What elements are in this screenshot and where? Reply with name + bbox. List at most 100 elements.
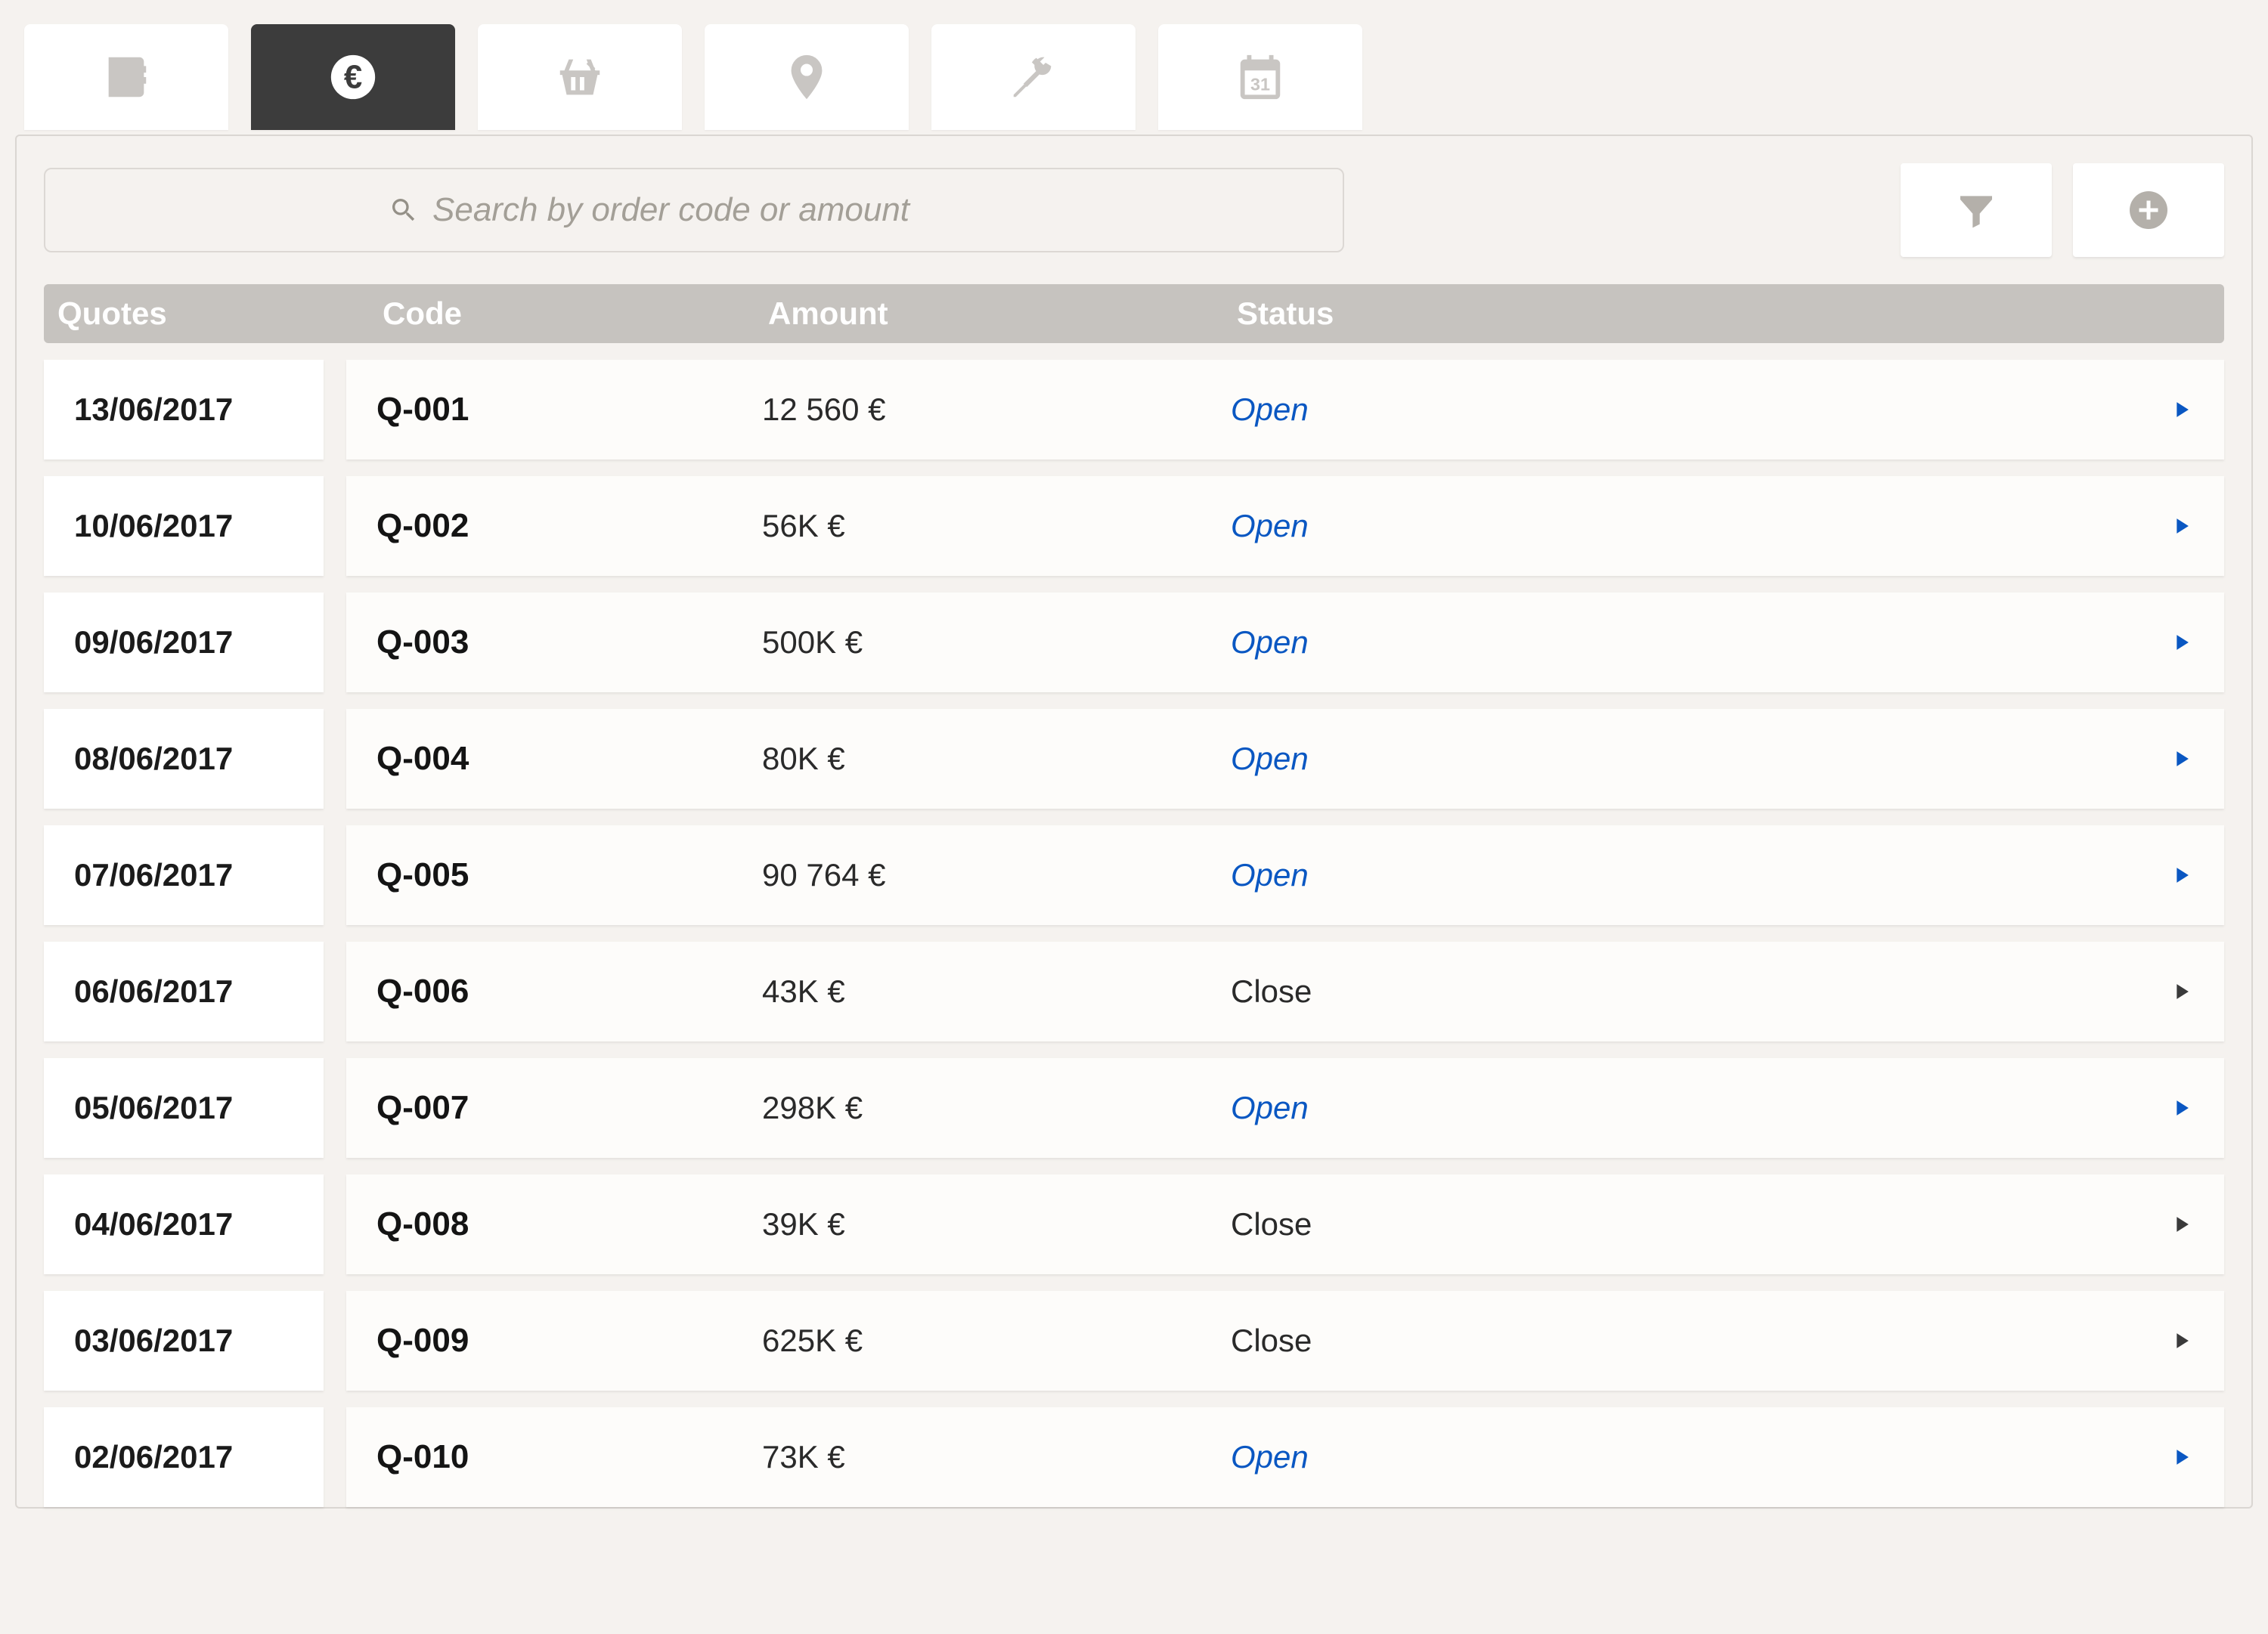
row-status: Open bbox=[1231, 1439, 2149, 1475]
row-amount: 39K € bbox=[762, 1206, 1231, 1243]
row-date: 09/06/2017 bbox=[44, 593, 324, 692]
row-status: Open bbox=[1231, 508, 2149, 544]
row-status: Open bbox=[1231, 857, 2149, 893]
row-code: Q-010 bbox=[376, 1438, 762, 1476]
row-date: 05/06/2017 bbox=[44, 1058, 324, 1158]
row-open-button[interactable] bbox=[2149, 627, 2194, 658]
row-status: Open bbox=[1231, 741, 2149, 777]
row-amount: 500K € bbox=[762, 624, 1231, 661]
row-code: Q-007 bbox=[376, 1089, 762, 1127]
basket-icon bbox=[553, 51, 606, 104]
row-date: 10/06/2017 bbox=[44, 476, 324, 576]
chevron-right-icon bbox=[2168, 1093, 2194, 1123]
row-content[interactable]: Q-009625K €Close bbox=[346, 1291, 2224, 1391]
row-content[interactable]: Q-00112 560 €Open bbox=[346, 360, 2224, 460]
chevron-right-icon bbox=[2168, 511, 2194, 541]
row-open-button[interactable] bbox=[2149, 395, 2194, 425]
tab-location[interactable] bbox=[705, 24, 909, 130]
row-open-button[interactable] bbox=[2149, 1326, 2194, 1356]
row-code: Q-005 bbox=[376, 856, 762, 894]
row-code: Q-001 bbox=[376, 391, 762, 429]
row-content[interactable]: Q-007298K €Open bbox=[346, 1058, 2224, 1158]
row-content[interactable]: Q-00590 764 €Open bbox=[346, 825, 2224, 925]
chevron-right-icon bbox=[2168, 860, 2194, 890]
row-code: Q-008 bbox=[376, 1205, 762, 1243]
table-row: 03/06/2017Q-009625K €Close bbox=[44, 1291, 2224, 1391]
table-row: 10/06/2017Q-00256K €Open bbox=[44, 476, 2224, 576]
header-amount: Amount bbox=[768, 296, 1237, 332]
row-date: 04/06/2017 bbox=[44, 1174, 324, 1274]
row-code: Q-003 bbox=[376, 624, 762, 661]
row-open-button[interactable] bbox=[2149, 511, 2194, 541]
row-open-button[interactable] bbox=[2149, 1442, 2194, 1472]
header-quotes: Quotes bbox=[57, 296, 383, 332]
row-content[interactable]: Q-01073K €Open bbox=[346, 1407, 2224, 1507]
row-open-button[interactable] bbox=[2149, 860, 2194, 890]
row-amount: 56K € bbox=[762, 508, 1231, 544]
search-field[interactable] bbox=[44, 168, 1344, 252]
row-amount: 90 764 € bbox=[762, 857, 1231, 893]
svg-text:31: 31 bbox=[1250, 75, 1270, 94]
row-date: 02/06/2017 bbox=[44, 1407, 324, 1507]
tab-tools[interactable] bbox=[931, 24, 1136, 130]
row-content[interactable]: Q-003500K €Open bbox=[346, 593, 2224, 692]
row-open-button[interactable] bbox=[2149, 744, 2194, 774]
tab-contact[interactable] bbox=[24, 24, 228, 130]
row-code: Q-002 bbox=[376, 507, 762, 545]
chevron-right-icon bbox=[2168, 395, 2194, 425]
row-amount: 625K € bbox=[762, 1323, 1231, 1359]
plus-circle-icon bbox=[2126, 187, 2171, 233]
header-status: Status bbox=[1237, 296, 2211, 332]
quotes-panel: Quotes Code Amount Status 13/06/2017Q-00… bbox=[15, 135, 2253, 1509]
tab-basket[interactable] bbox=[478, 24, 682, 130]
table-row: 06/06/2017Q-00643K €Close bbox=[44, 942, 2224, 1041]
row-status: Open bbox=[1231, 1090, 2149, 1126]
row-content[interactable]: Q-00480K €Open bbox=[346, 709, 2224, 809]
table-row: 07/06/2017Q-00590 764 €Open bbox=[44, 825, 2224, 925]
header-code: Code bbox=[383, 296, 768, 332]
row-open-button[interactable] bbox=[2149, 1093, 2194, 1123]
search-input[interactable] bbox=[432, 191, 999, 229]
row-amount: 73K € bbox=[762, 1439, 1231, 1475]
filter-button[interactable] bbox=[1901, 163, 2052, 257]
row-content[interactable]: Q-00643K €Close bbox=[346, 942, 2224, 1041]
row-amount: 80K € bbox=[762, 741, 1231, 777]
row-status: Close bbox=[1231, 973, 2149, 1010]
row-status: Open bbox=[1231, 624, 2149, 661]
row-date: 08/06/2017 bbox=[44, 709, 324, 809]
row-amount: 43K € bbox=[762, 973, 1231, 1010]
table-row: 02/06/2017Q-01073K €Open bbox=[44, 1407, 2224, 1507]
chevron-right-icon bbox=[2168, 1209, 2194, 1239]
filter-icon bbox=[1955, 189, 1997, 231]
row-date: 03/06/2017 bbox=[44, 1291, 324, 1391]
search-icon bbox=[389, 195, 419, 225]
euro-icon: € bbox=[327, 51, 380, 104]
chevron-right-icon bbox=[2168, 627, 2194, 658]
row-code: Q-009 bbox=[376, 1322, 762, 1360]
chevron-right-icon bbox=[2168, 976, 2194, 1007]
row-content[interactable]: Q-00839K €Close bbox=[346, 1174, 2224, 1274]
row-status: Close bbox=[1231, 1323, 2149, 1359]
row-code: Q-006 bbox=[376, 973, 762, 1010]
chevron-right-icon bbox=[2168, 1442, 2194, 1472]
row-amount: 12 560 € bbox=[762, 391, 1231, 428]
svg-text:€: € bbox=[344, 59, 362, 96]
row-open-button[interactable] bbox=[2149, 976, 2194, 1007]
row-amount: 298K € bbox=[762, 1090, 1231, 1126]
toolbar bbox=[44, 163, 2224, 257]
row-date: 06/06/2017 bbox=[44, 942, 324, 1041]
table-row: 08/06/2017Q-00480K €Open bbox=[44, 709, 2224, 809]
tab-calendar[interactable]: 31 bbox=[1158, 24, 1362, 130]
row-open-button[interactable] bbox=[2149, 1209, 2194, 1239]
add-button[interactable] bbox=[2073, 163, 2224, 257]
table-row: 13/06/2017Q-00112 560 €Open bbox=[44, 360, 2224, 460]
row-content[interactable]: Q-00256K €Open bbox=[346, 476, 2224, 576]
row-status: Open bbox=[1231, 391, 2149, 428]
row-date: 07/06/2017 bbox=[44, 825, 324, 925]
tab-euro[interactable]: € bbox=[251, 24, 455, 130]
chevron-right-icon bbox=[2168, 744, 2194, 774]
row-code: Q-004 bbox=[376, 740, 762, 778]
location-icon bbox=[780, 51, 833, 104]
table-row: 09/06/2017Q-003500K €Open bbox=[44, 593, 2224, 692]
table-row: 05/06/2017Q-007298K €Open bbox=[44, 1058, 2224, 1158]
